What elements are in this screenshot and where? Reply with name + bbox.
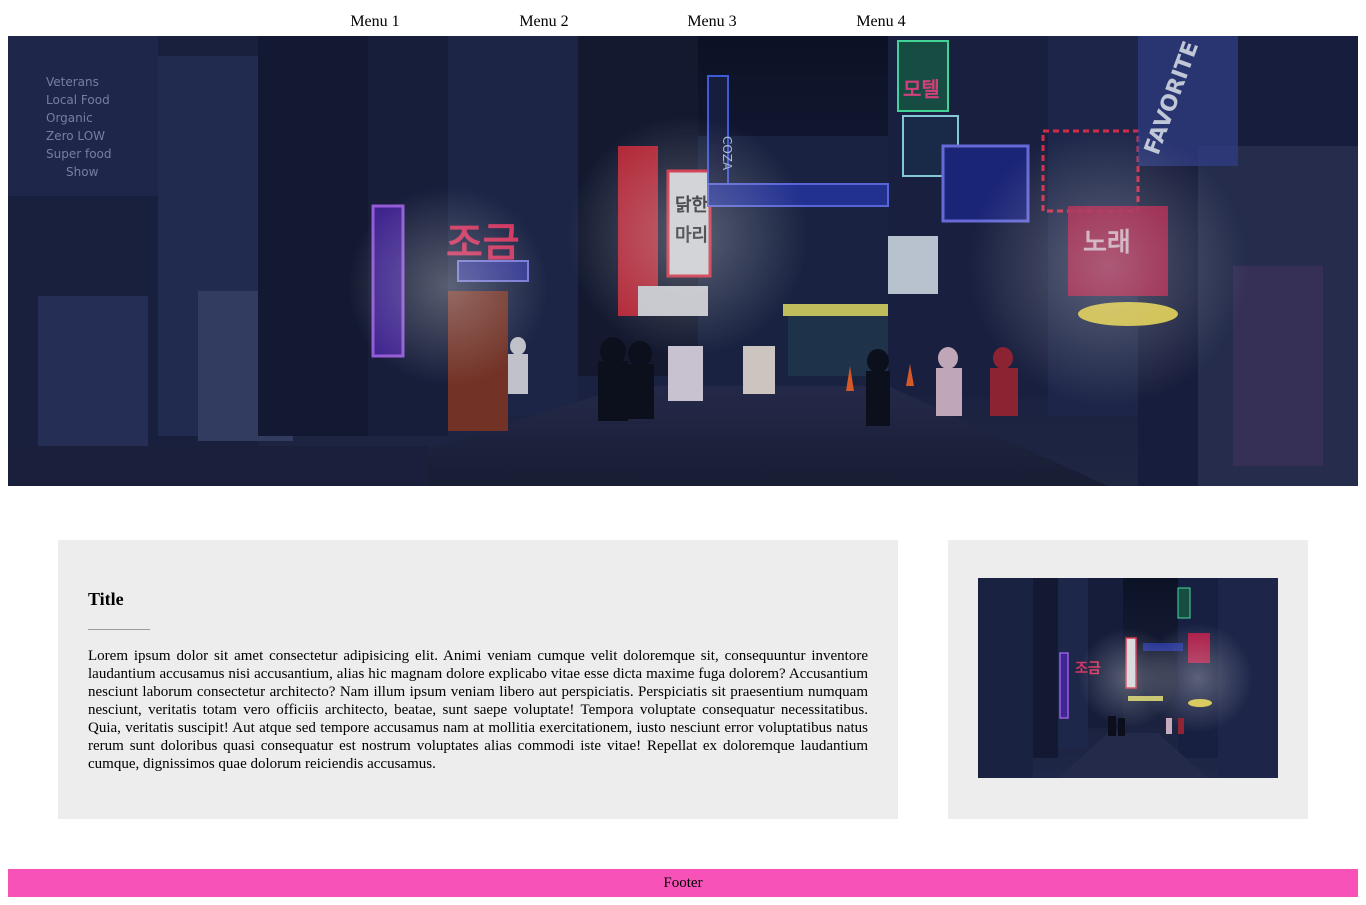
sidebar-image: 조금 (978, 578, 1278, 778)
sidebar-street-illustration: 조금 (978, 578, 1278, 778)
nav-item-menu-1[interactable]: Menu 1 (315, 12, 435, 32)
hero-image: 조금 닭한 마리 모텔 노래 FAVORITE COFFEE (8, 36, 1358, 486)
card-body-text: Lorem ipsum dolor sit amet consectetur a… (88, 648, 868, 772)
footer-text: Footer (663, 875, 703, 891)
hero-street-illustration: 조금 닭한 마리 모텔 노래 FAVORITE COFFEE (8, 36, 1358, 486)
sidebar-card: 조금 (948, 540, 1308, 819)
card-title: Title (88, 589, 124, 609)
nav-item-menu-2[interactable]: Menu 2 (484, 12, 604, 32)
top-nav: Menu 1 Menu 2 Menu 3 Menu 4 (0, 0, 1366, 36)
nav-item-menu-4[interactable]: Menu 4 (821, 12, 941, 32)
page: Menu 1 Menu 2 Menu 3 Menu 4 모텔 Veterans … (0, 0, 1366, 905)
nav-item-menu-3[interactable]: Menu 3 (652, 12, 772, 32)
footer: Footer (8, 869, 1358, 897)
title-divider (88, 629, 150, 630)
